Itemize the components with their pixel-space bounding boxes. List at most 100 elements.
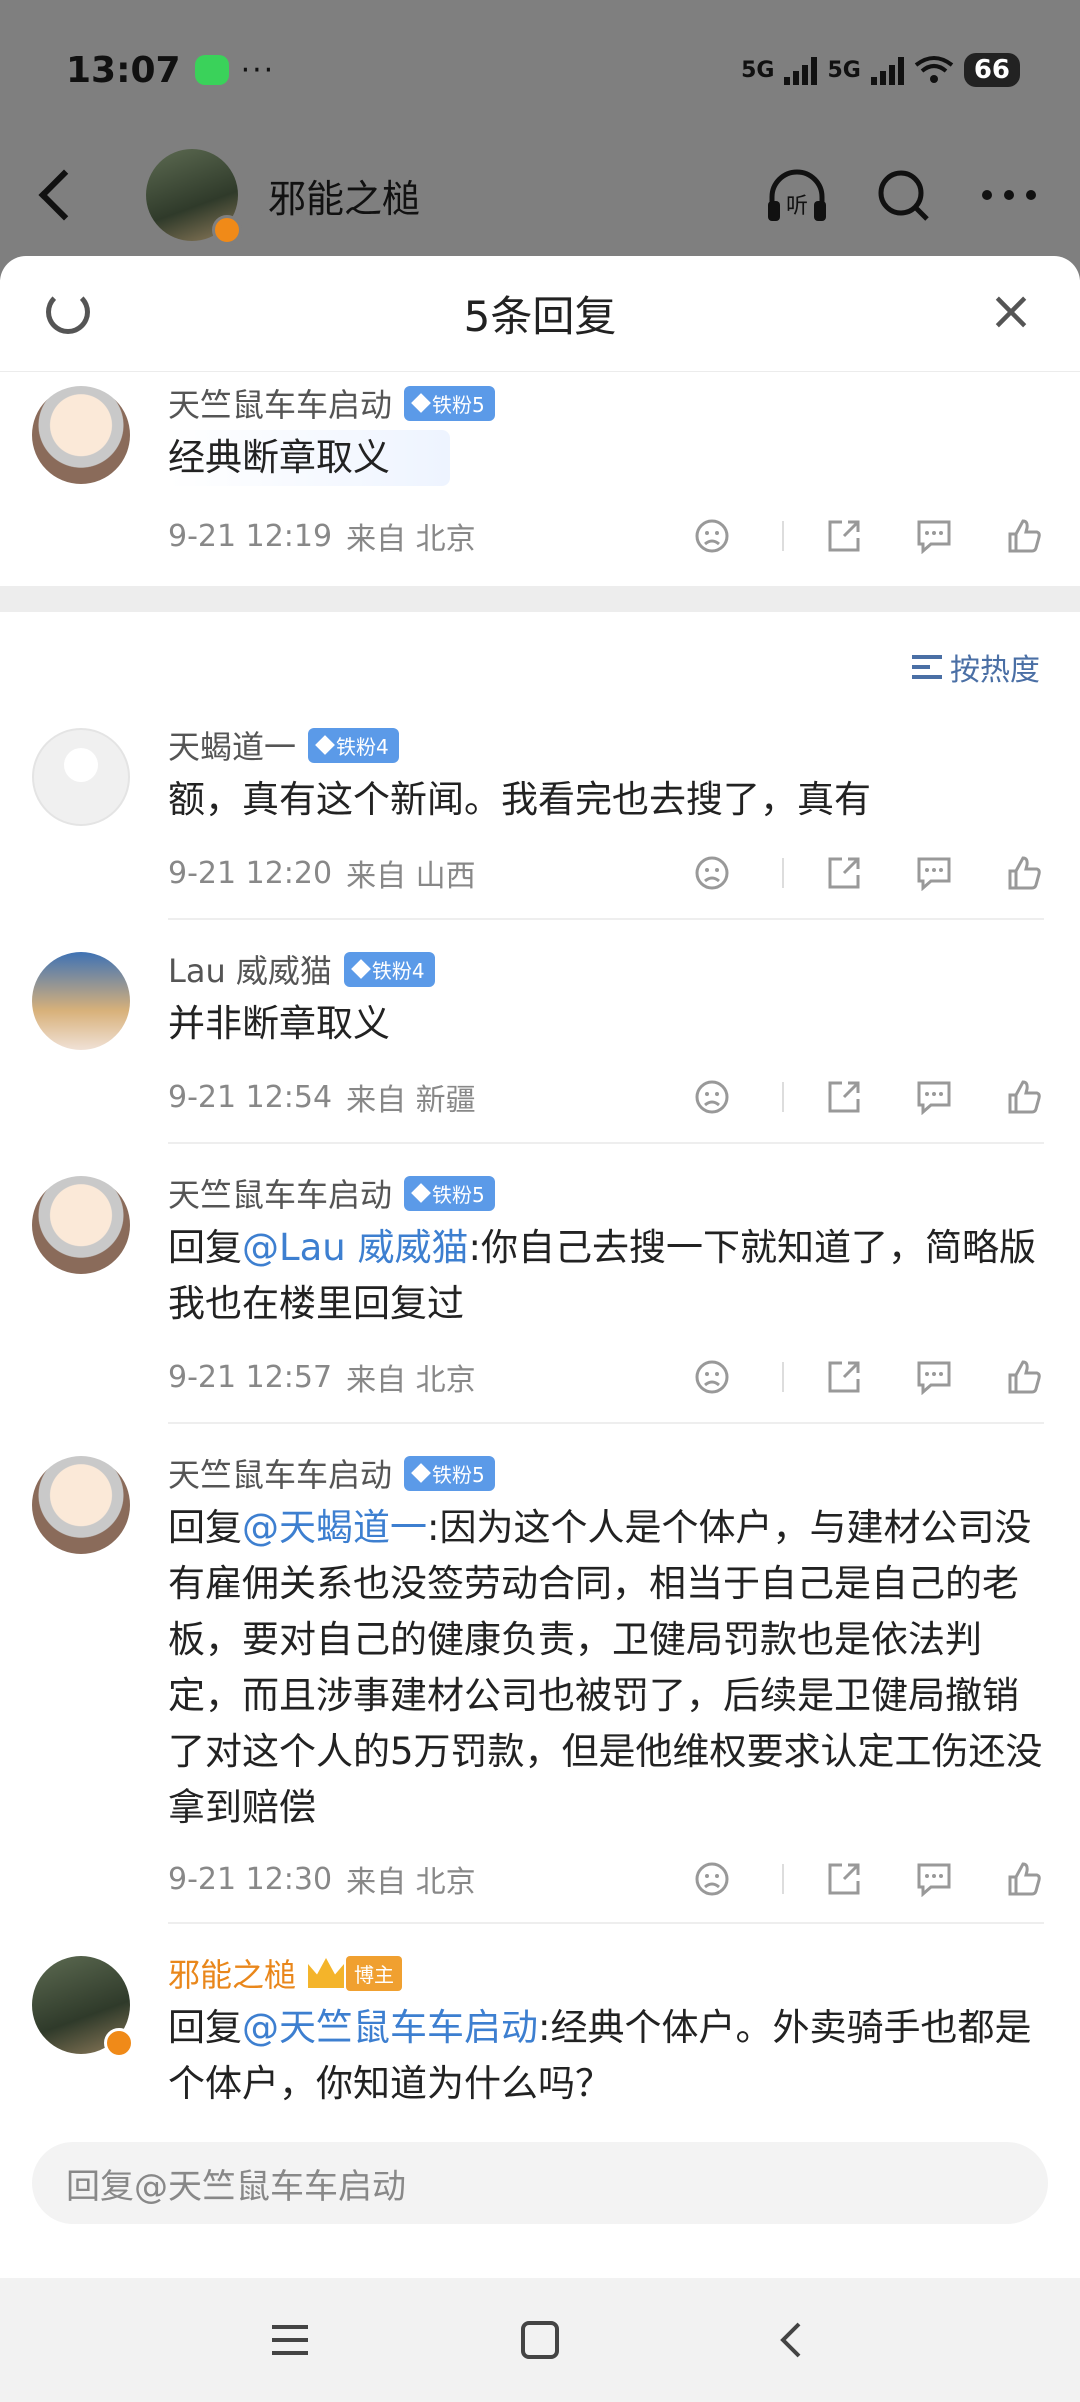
message-app-icon [194,55,229,85]
verified-badge-icon [212,215,242,245]
comment-location: 来自 山西 [346,859,476,894]
commenter-name[interactable]: 天竺鼠车车启动 [168,1170,392,1216]
home-icon[interactable] [515,2315,565,2365]
avatar[interactable] [32,386,130,484]
reply-icon[interactable] [914,853,954,893]
menu-icon[interactable] [265,2315,315,2365]
reply-icon[interactable] [914,516,954,556]
comment-time: 9-21 12:54 [168,1079,333,1115]
close-icon[interactable]: × [986,284,1036,338]
reply-icon[interactable] [914,1357,954,1397]
signal-icon-2 [870,55,904,85]
diamond-icon [411,1183,431,1203]
system-nav-bar [0,2278,1080,2402]
author-name[interactable]: 邪能之槌 [268,168,420,223]
status-time: 13:07 [66,49,181,91]
back-arrow-icon[interactable] [38,169,90,221]
fan-badge: 铁粉4 [343,951,435,987]
diamond-icon [411,1463,431,1483]
comment-text: 回复@天蝎道一:因为这个人是个体户，与建材公司没有雇佣关系也没签劳动合同，相当于… [168,1506,1043,1829]
refresh-icon[interactable] [46,290,90,334]
network-label-2: 5G [827,57,861,83]
listen-headphones-icon[interactable]: 听 [766,164,828,226]
mention-link[interactable]: @Lau 威威猫 [242,1226,469,1269]
sheet-header: 5条回复 × [0,256,1080,372]
comment-location: 来自 北京 [346,1865,476,1900]
like-icon[interactable] [1004,853,1044,893]
avatar[interactable] [32,1176,130,1274]
commenter-name[interactable]: Lau 威威猫 [168,946,332,992]
dislike-icon[interactable] [692,1357,732,1397]
more-options-icon[interactable] [978,164,1040,226]
dislike-icon[interactable] [692,1077,732,1117]
section-divider [0,586,1080,612]
fan-badge: 铁粉5 [404,1175,495,1211]
dislike-icon[interactable] [692,516,732,556]
verified-badge-icon [104,2028,134,2058]
like-icon[interactable] [1004,1859,1044,1899]
reply-input[interactable]: 回复@天竺鼠车车启动 [32,2142,1048,2224]
diamond-icon [411,393,431,413]
commenter-name[interactable]: 邪能之槌 [168,1950,296,1996]
list-item: 天竺鼠车车启动 铁粉5 回复@Lau 威威猫:你自己去搜一下就知道了，简略版我也… [0,1170,1080,1424]
crown-icon [308,1958,345,1988]
like-icon[interactable] [1004,1077,1044,1117]
comment-text: 经典断章取义 [168,430,450,486]
avatar[interactable] [32,952,130,1050]
sort-label: 按热度 [950,653,1040,688]
commenter-name[interactable]: 天竺鼠车车启动 [168,1450,392,1496]
share-icon[interactable] [824,1077,864,1117]
author-badge: 博主 [308,1955,403,1991]
reply-icon[interactable] [914,1859,954,1899]
commenter-name[interactable]: 天竺鼠车车启动 [168,380,392,426]
divider [782,858,784,888]
list-item: 邪能之槌 博主 回复@天竺鼠车车启动:经典个体户。外卖骑手也都是个体户，你知道为… [0,1950,1080,2112]
share-icon[interactable] [824,1357,864,1397]
more-notifications-icon: ··· [240,52,276,88]
avatar[interactable] [32,1456,130,1554]
wifi-icon [914,55,954,85]
share-icon[interactable] [824,1859,864,1899]
network-label-1: 5G [741,57,775,83]
comment-time: 9-21 12:57 [168,1359,333,1395]
commenter-name[interactable]: 天蝎道一 [168,722,296,768]
back-icon[interactable] [765,2315,815,2365]
author-avatar[interactable] [146,149,242,245]
dislike-icon[interactable] [692,1859,732,1899]
mention-link[interactable]: @天蝎道一 [242,1506,427,1549]
fan-badge: 铁粉5 [404,1455,495,1491]
mention-link[interactable]: @天竺鼠车车启动 [242,2006,538,2049]
post-header: 邪能之槌 听 [0,140,1080,250]
dislike-icon[interactable] [692,853,732,893]
reply-icon[interactable] [914,1077,954,1117]
avatar[interactable] [32,728,130,826]
diamond-icon [315,735,335,755]
share-icon[interactable] [824,853,864,893]
search-icon[interactable] [872,164,934,226]
comment-text: 回复@天竺鼠车车启动:经典个体户。外卖骑手也都是个体户，你知道为什么吗？ [168,2006,1032,2105]
like-icon[interactable] [1004,516,1044,556]
root-comment: 天竺鼠车车启动 铁粉5 经典断章取义 9-21 12:19 来自 北京 [0,372,1080,586]
sheet-title: 5条回复 [463,292,617,341]
like-icon[interactable] [1004,1357,1044,1397]
sort-button[interactable]: 按热度 [0,612,1080,722]
comment-text: 并非断章取义 [168,1002,390,1045]
avatar[interactable] [32,1956,134,2058]
status-bar: 13:07 ··· 5G 5G 66 [66,40,1020,100]
comment-location: 来自 北京 [346,1363,476,1398]
divider [782,521,784,551]
list-item: 天蝎道一 铁粉4 额，真有这个新闻。我看完也去搜了，真有 9-21 12:20 … [0,722,1080,920]
comment-location: 来自 新疆 [346,1083,476,1118]
list-item: Lau 威威猫 铁粉4 并非断章取义 9-21 12:54 来自 新疆 [0,946,1080,1144]
signal-icon-1 [784,55,818,85]
comment-time: 9-21 12:30 [168,1861,333,1897]
list-item: 天竺鼠车车启动 铁粉5 回复@天蝎道一:因为这个人是个体户，与建材公司没有雇佣关… [0,1450,1080,1924]
battery-icon: 66 [963,53,1020,87]
share-icon[interactable] [824,516,864,556]
divider [782,1864,784,1894]
divider [782,1362,784,1392]
replies-sheet: 5条回复 × 天竺鼠车车启动 铁粉5 经典断章取义 9-21 12:19 来自 … [0,256,1080,2278]
sort-icon [912,655,942,679]
comment-time: 9-21 12:19 [168,518,333,554]
diamond-icon [351,959,371,979]
